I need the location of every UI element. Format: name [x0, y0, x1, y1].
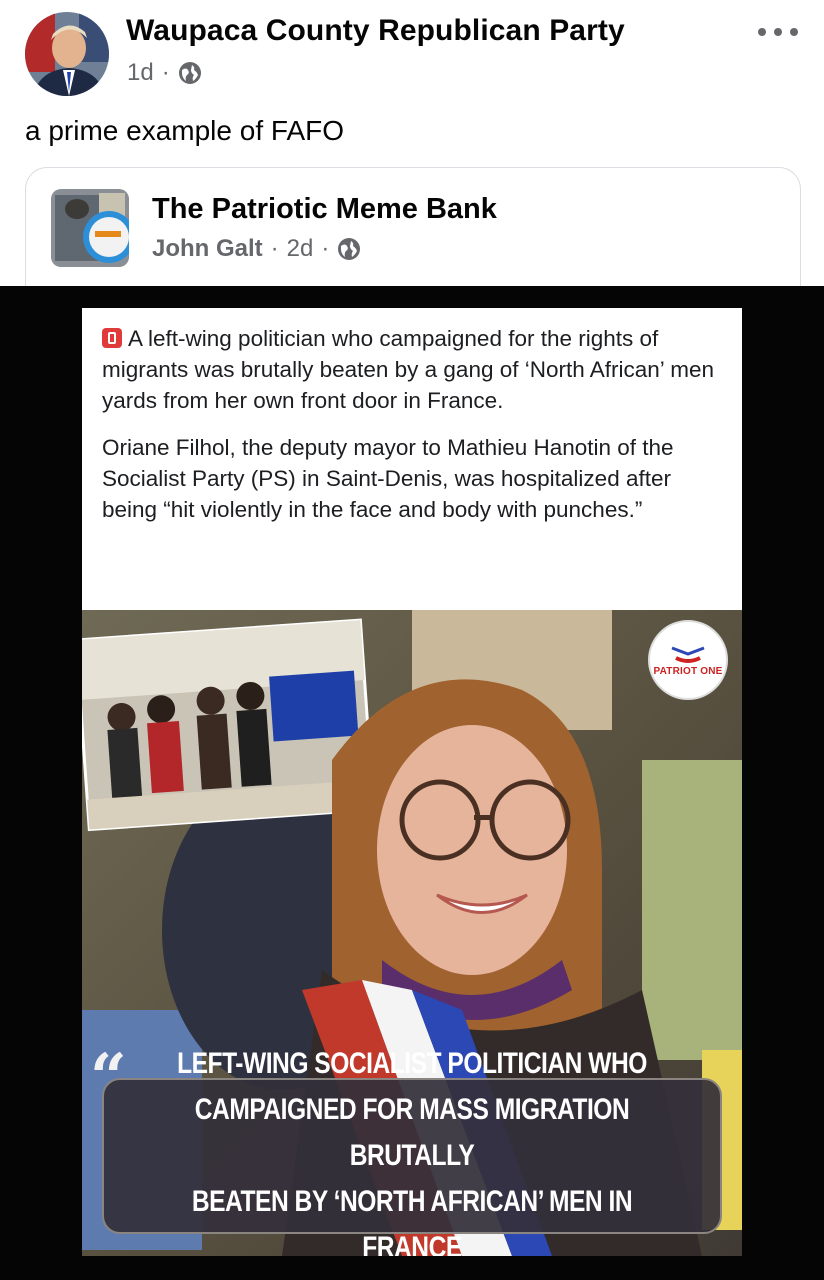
shared-author[interactable]: John Galt: [152, 235, 263, 263]
shared-time[interactable]: 2d: [287, 235, 314, 263]
shared-page-avatar[interactable]: [51, 189, 129, 267]
alert-badge-icon: [102, 328, 122, 348]
meme-headline: LEFT-WING SOCIALIST POLITICIAN WHO CAMPA…: [177, 1047, 647, 1256]
post-caption: a prime example of FAFO: [25, 115, 345, 146]
post-time[interactable]: 1d: [127, 59, 154, 87]
meta-separator: ·: [321, 235, 330, 262]
meme-image[interactable]: A left-wing politician who campaigned fo…: [82, 308, 742, 1256]
meta-separator: ·: [270, 235, 279, 262]
page-avatar[interactable]: [25, 12, 109, 96]
meme-paragraph-2: Oriane Filhol, the deputy mayor to Mathi…: [102, 435, 674, 522]
patriot-one-text: PATRIOT ONE: [653, 665, 723, 677]
meme-paragraph-1: A left-wing politician who campaigned fo…: [102, 326, 714, 413]
more-options-icon[interactable]: [758, 20, 798, 44]
page-name[interactable]: Waupaca County Republican Party: [126, 14, 625, 48]
post-meta: 1d ·: [127, 59, 202, 87]
shared-post-meta: John Galt · 2d ·: [152, 235, 361, 263]
shared-page-name[interactable]: The Patriotic Meme Bank: [152, 193, 497, 226]
globe-icon: [337, 237, 361, 261]
globe-icon: [178, 61, 202, 85]
headline-banner: LEFT-WING SOCIALIST POLITICIAN WHO CAMPA…: [102, 1047, 722, 1256]
meta-separator: ·: [161, 59, 170, 86]
patriot-one-logo: PATRIOT ONE: [648, 620, 728, 700]
meme-text-block: A left-wing politician who campaigned fo…: [102, 323, 727, 541]
